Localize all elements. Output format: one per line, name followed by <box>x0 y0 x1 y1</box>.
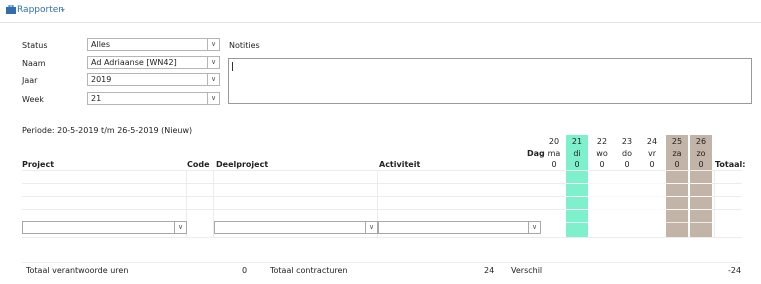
verschil-label: Verschil <box>511 266 543 275</box>
chevron-down-icon[interactable]: ∨ <box>207 57 219 68</box>
day-hours: 0 <box>698 160 704 169</box>
activiteit-select[interactable]: ∨ <box>378 221 541 234</box>
notities-textarea[interactable] <box>228 58 752 104</box>
col-project: Project <box>22 160 55 169</box>
day-num: 26 <box>695 137 707 146</box>
chevron-down-icon[interactable]: ∨ <box>207 93 219 104</box>
grid-line <box>566 183 712 184</box>
grid-line <box>714 170 715 237</box>
grid-line <box>566 209 712 210</box>
naam-label: Naam <box>22 59 46 68</box>
day-name: za <box>672 149 682 158</box>
day-name: zo <box>696 149 706 158</box>
col-deelproject: Deelproject <box>216 160 269 169</box>
reports-menu-title[interactable]: Rapporten <box>17 5 64 15</box>
project-select[interactable]: ∨ <box>22 221 187 234</box>
totals-bar: Totaal verantwoorde uren 0 Totaal contra… <box>22 262 742 277</box>
contract-label: Totaal contracturen <box>270 266 348 275</box>
periode-text: Periode: 20-5-2019 t/m 26-5-2019 (Nieuw) <box>22 126 193 135</box>
day-name: vr <box>647 149 657 158</box>
verantwoord-label: Totaal verantwoorde uren <box>26 266 129 275</box>
grid-line <box>566 196 712 197</box>
day-hours: 0 <box>599 160 605 169</box>
day-num: 22 <box>596 137 608 146</box>
chevron-down-icon[interactable]: ∨ <box>528 222 540 233</box>
day-num: 21 <box>571 137 583 146</box>
col-totaal: Totaal: <box>715 160 746 169</box>
briefcase-icon <box>6 5 16 14</box>
jaar-value: 2019 <box>91 75 112 84</box>
status-label: Status <box>22 41 48 50</box>
jaar-label: Jaar <box>22 76 38 85</box>
chevron-down-icon[interactable]: ⌄ <box>59 4 67 14</box>
day-num: 25 <box>671 137 683 146</box>
col-code: Code <box>187 160 210 169</box>
day-name: wo <box>596 149 608 158</box>
day-hours: 0 <box>551 160 557 169</box>
naam-select[interactable]: Ad Adriaanse [WN42] ∨ <box>87 56 220 69</box>
contract-value: 24 <box>484 266 495 275</box>
dag-label: Dag <box>527 149 545 158</box>
top-bar: Rapporten ⌄ <box>0 0 761 23</box>
day-name: do <box>622 149 632 158</box>
day-num: 24 <box>646 137 658 146</box>
day-name: di <box>573 149 581 158</box>
jaar-select[interactable]: 2019 ∨ <box>87 73 220 86</box>
verantwoord-value: 0 <box>242 266 248 275</box>
day-hours: 0 <box>574 160 580 169</box>
week-value: 21 <box>91 94 102 103</box>
chevron-down-icon[interactable]: ∨ <box>365 222 377 233</box>
grid-line <box>22 170 742 171</box>
day-num: 23 <box>621 137 633 146</box>
verschil-value: -24 <box>728 266 742 275</box>
chevron-down-icon[interactable]: ∨ <box>207 39 219 50</box>
grid-line <box>22 237 742 238</box>
naam-value: Ad Adriaanse [WN42] <box>91 58 177 67</box>
day-hours: 0 <box>674 160 680 169</box>
col-activiteit: Activiteit <box>379 160 421 169</box>
day-hours: 0 <box>649 160 655 169</box>
day-num: 20 <box>548 137 560 146</box>
day-hours: 0 <box>624 160 630 169</box>
status-select[interactable]: Alles ∨ <box>87 38 220 51</box>
week-label: Week <box>22 95 44 104</box>
deelproject-select[interactable]: ∨ <box>214 221 378 234</box>
text-caret <box>232 62 233 71</box>
chevron-down-icon[interactable]: ∨ <box>207 74 219 85</box>
chevron-down-icon[interactable]: ∨ <box>174 222 186 233</box>
notities-label: Notities <box>229 41 260 50</box>
grid-line <box>566 222 712 223</box>
day-name: ma <box>547 149 561 158</box>
status-value: Alles <box>91 40 111 49</box>
week-select[interactable]: 21 ∨ <box>87 92 220 105</box>
